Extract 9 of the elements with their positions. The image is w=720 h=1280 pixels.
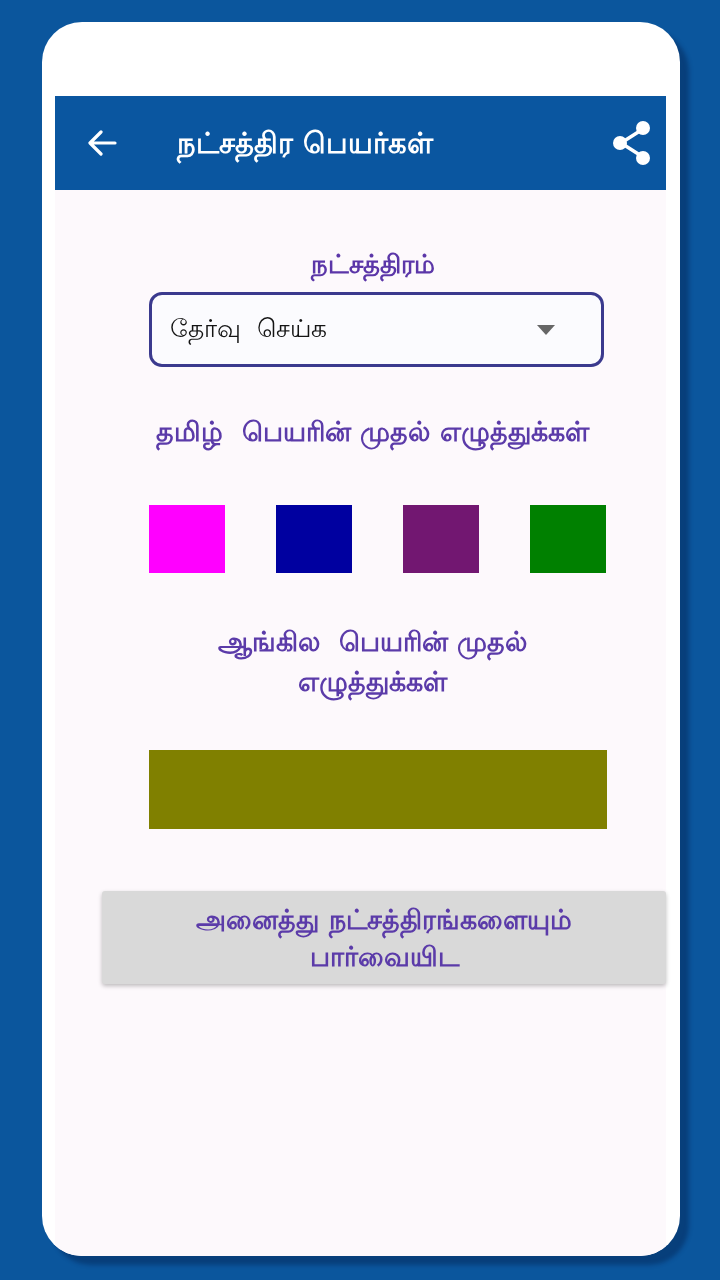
tamil-letters-heading: தமிழ் பெயரின் முதல் எழுத்துக்கள் [92, 412, 653, 452]
english-letters-heading: ஆங்கில பெயரின் முதல் எழுத்துக்கள் [157, 622, 588, 702]
share-icon [612, 121, 652, 165]
caret-icon [537, 324, 555, 335]
star-label: நட்சத்திரம் [310, 246, 435, 282]
back-arrow-icon [87, 130, 117, 156]
app-title: நட்சத்திர பெயர்கள் [177, 123, 602, 163]
star-dropdown[interactable]: தேர்வு செய்க [149, 292, 604, 367]
view-all-button[interactable]: அனைத்து நட்சத்திரங்களையும் பார்வையிட [102, 891, 666, 984]
